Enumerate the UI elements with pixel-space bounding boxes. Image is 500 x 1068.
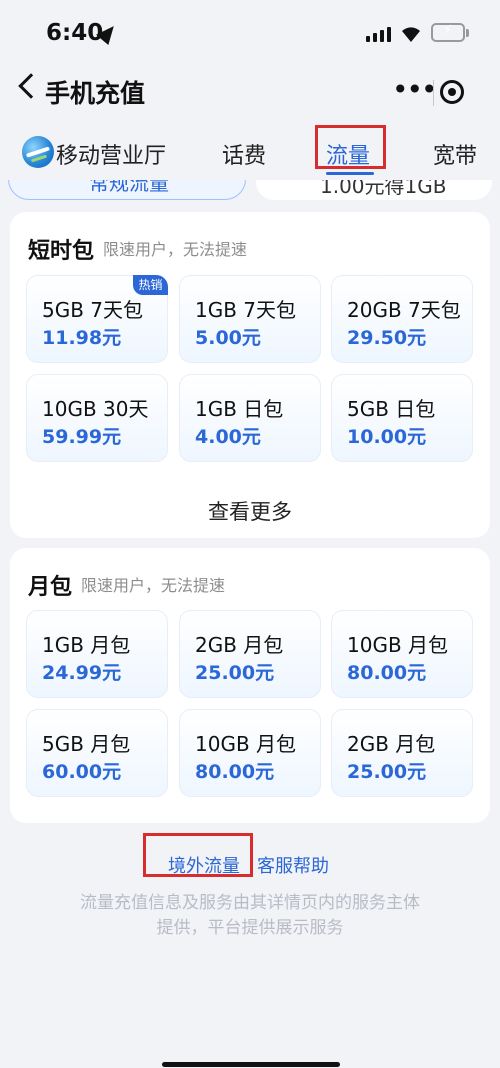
package-price: 11.98元 xyxy=(42,327,122,349)
tab-mobile-hall[interactable]: 移动营业厅 xyxy=(56,138,166,170)
short-term-section: 短时包 限速用户，无法提速 5GB 7天包 11.98元 热销 1GB 7天包 … xyxy=(10,212,490,538)
package-card[interactable]: 2GB 月包 25.00元 xyxy=(331,709,473,797)
home-indicator xyxy=(162,1062,340,1067)
battery-icon xyxy=(431,23,465,42)
close-mini-program-icon[interactable] xyxy=(440,80,464,104)
package-price: 25.00元 xyxy=(195,662,275,684)
overseas-data-link[interactable]: 境外流量 xyxy=(168,852,240,878)
package-price: 4.00元 xyxy=(195,426,261,448)
package-card[interactable]: 1GB 7天包 5.00元 xyxy=(179,275,321,363)
more-options-icon[interactable]: ••• xyxy=(392,76,438,104)
china-mobile-logo-icon xyxy=(22,136,54,168)
category-tabs: 移动营业厅 话费 流量 宽带 xyxy=(0,124,500,180)
peek-row: 常规流量 1.00元得1GB xyxy=(0,180,500,204)
package-card[interactable]: 1GB 日包 4.00元 xyxy=(179,374,321,462)
active-tab-indicator xyxy=(326,172,374,175)
package-card[interactable]: 5GB 日包 10.00元 xyxy=(331,374,473,462)
package-name: 1GB 7天包 xyxy=(195,298,297,322)
status-bar: 6:40 xyxy=(0,0,500,68)
short-term-title: 短时包 xyxy=(28,239,95,264)
package-price: 59.99元 xyxy=(42,426,122,448)
package-card[interactable]: 5GB 月包 60.00元 xyxy=(26,709,168,797)
page-title: 手机充值 xyxy=(45,79,146,108)
package-name: 10GB 月包 xyxy=(195,732,297,756)
hot-sale-badge: 热销 xyxy=(133,275,168,295)
package-card[interactable]: 20GB 7天包 29.50元 xyxy=(331,275,473,363)
package-name: 5GB 日包 xyxy=(347,397,436,421)
package-name: 5GB 7天包 xyxy=(42,298,144,322)
customer-service-link[interactable]: 客服帮助 xyxy=(257,852,329,878)
package-card[interactable]: 1GB 月包 24.99元 xyxy=(26,610,168,698)
package-card[interactable]: 10GB 30天 59.99元 xyxy=(26,374,168,462)
regular-data-button[interactable]: 常规流量 xyxy=(8,180,246,200)
cellular-signal-icon xyxy=(366,26,392,42)
package-price: 10.00元 xyxy=(347,426,427,448)
service-note-line-2: 提供，平台提供展示服务 xyxy=(156,918,344,938)
package-card[interactable]: 2GB 月包 25.00元 xyxy=(179,610,321,698)
package-card[interactable]: 10GB 月包 80.00元 xyxy=(331,610,473,698)
short-term-subtitle: 限速用户，无法提速 xyxy=(103,240,248,259)
package-price: 60.00元 xyxy=(42,761,122,783)
package-price: 80.00元 xyxy=(195,761,275,783)
status-time: 6:40 xyxy=(46,20,104,46)
tab-phone-credit[interactable]: 话费 xyxy=(222,138,266,170)
package-name: 10GB 30天 xyxy=(42,397,149,421)
package-name: 1GB 月包 xyxy=(42,633,131,657)
monthly-title: 月包 xyxy=(28,575,73,600)
back-arrow-icon[interactable] xyxy=(18,73,44,99)
data-tab-highlight-box xyxy=(315,125,386,169)
package-price: 29.50元 xyxy=(347,327,427,349)
package-name: 2GB 月包 xyxy=(347,732,436,756)
package-name: 10GB 月包 xyxy=(347,633,449,657)
package-price: 5.00元 xyxy=(195,327,261,349)
package-price: 24.99元 xyxy=(42,662,122,684)
package-name: 2GB 月包 xyxy=(195,633,284,657)
package-price: 80.00元 xyxy=(347,662,427,684)
promo-offer[interactable]: 1.00元得1GB xyxy=(256,180,492,200)
regular-data-label: 常规流量 xyxy=(89,180,169,195)
monthly-section: 月包 限速用户，无法提速 1GB 月包 24.99元 2GB 月包 25.00元… xyxy=(10,548,490,823)
service-note-line-1: 流量充值信息及服务由其详情页内的服务主体 xyxy=(80,893,420,913)
tab-broadband[interactable]: 宽带 xyxy=(433,138,477,170)
see-more-button[interactable]: 查看更多 xyxy=(10,496,490,526)
wifi-icon xyxy=(402,27,420,42)
battery-tip xyxy=(466,29,469,37)
capsule-divider xyxy=(433,80,434,106)
package-card[interactable]: 10GB 月包 80.00元 xyxy=(179,709,321,797)
package-name: 20GB 7天包 xyxy=(347,298,461,322)
package-name: 1GB 日包 xyxy=(195,397,284,421)
navigation-bar: 手机充值 ••• xyxy=(0,68,500,112)
promo-offer-label: 1.00元得1GB xyxy=(320,180,447,198)
package-price: 25.00元 xyxy=(347,761,427,783)
mini-program-capsule: ••• xyxy=(378,72,478,112)
package-card[interactable]: 5GB 7天包 11.98元 热销 xyxy=(26,275,168,363)
monthly-subtitle: 限速用户，无法提速 xyxy=(81,576,226,595)
package-name: 5GB 月包 xyxy=(42,732,131,756)
